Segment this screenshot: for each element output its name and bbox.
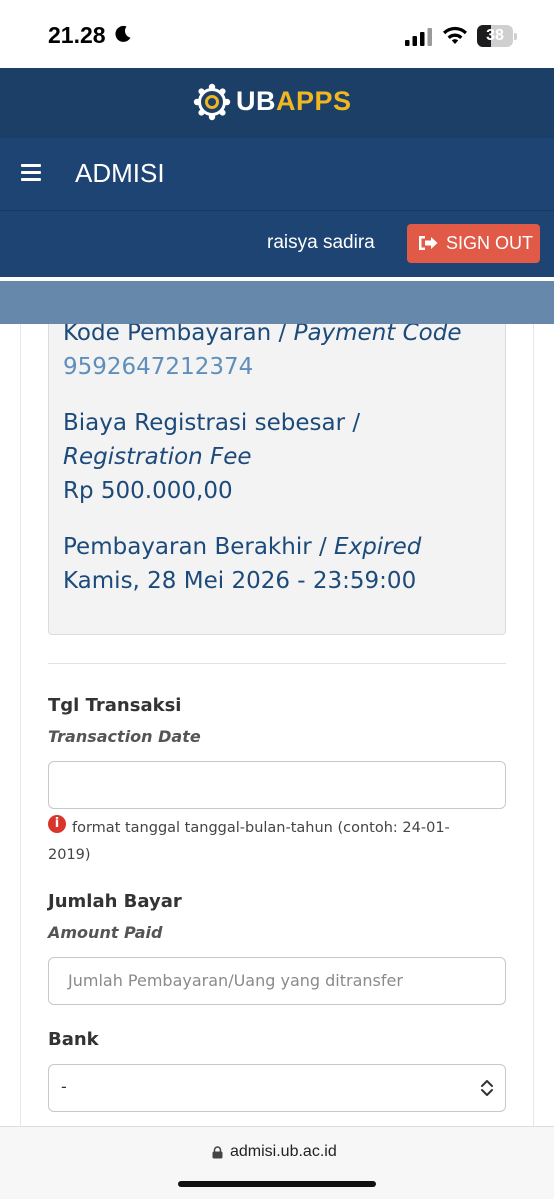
home-indicator[interactable] xyxy=(178,1181,376,1187)
expiry-label-id: Pembayaran Berakhir / xyxy=(63,534,335,560)
sign-out-icon xyxy=(419,236,438,250)
moon-icon xyxy=(115,25,131,42)
chevron-up-down-icon xyxy=(481,1080,493,1096)
battery-level: 38 xyxy=(486,27,504,44)
wifi-icon xyxy=(443,26,467,44)
amount-paid-sublabel: Amount Paid xyxy=(48,923,163,942)
transaction-date-input[interactable] xyxy=(48,761,506,809)
brand-name[interactable]: UBAPPS xyxy=(236,86,352,117)
amount-paid-placeholder: Jumlah Pembayaran/Uang yang ditransfer xyxy=(68,971,403,990)
sub-header-bar xyxy=(0,281,554,324)
cellular-signal-icon xyxy=(405,28,432,46)
amount-paid-input[interactable]: Jumlah Pembayaran/Uang yang ditransfer xyxy=(48,957,506,1005)
fee-label: Biaya Registrasi sebesar / xyxy=(63,410,361,436)
fee-value: Rp 500.000,00 xyxy=(63,478,233,504)
url-text[interactable]: admisi.ub.ac.id xyxy=(230,1143,337,1161)
ub-logo-icon xyxy=(193,83,231,121)
transaction-date-hint: format tanggal tanggal-bulan-tahun (cont… xyxy=(48,820,450,863)
info-circle-icon: i xyxy=(48,815,66,833)
expiry-label: Pembayaran Berakhir / Expired xyxy=(63,534,421,560)
battery-icon: 38 xyxy=(477,25,517,47)
transaction-date-label: Tgl Transaksi xyxy=(48,695,182,716)
divider xyxy=(48,663,506,664)
transaction-date-sublabel: Transaction Date xyxy=(48,727,201,746)
expiry-label-en: Expired xyxy=(334,534,422,560)
sign-out-button[interactable]: SIGN OUT xyxy=(407,224,540,263)
page-title: ADMISI xyxy=(75,158,165,188)
fee-label-en: Registration Fee xyxy=(63,444,252,470)
username: raisya sadira xyxy=(267,232,375,253)
bank-select[interactable]: - xyxy=(48,1064,506,1112)
status-time: 21.28 xyxy=(48,22,106,48)
hamburger-menu-icon[interactable] xyxy=(21,164,41,182)
bank-label: Bank xyxy=(48,1029,99,1050)
payment-code-value: 9592647212374 xyxy=(63,354,254,380)
brand-name-apps: APPS xyxy=(276,86,352,116)
status-bar: 21.28 38 xyxy=(0,0,554,68)
brand-name-ub: UB xyxy=(236,86,276,116)
browser-url-bar[interactable]: admisi.ub.ac.id xyxy=(0,1126,554,1199)
bank-selected-value: - xyxy=(61,1077,67,1096)
sign-out-label: SIGN OUT xyxy=(446,233,534,253)
lock-icon xyxy=(212,1146,223,1159)
expiry-value: Kamis, 28 Mei 2026 - 23:59:00 xyxy=(63,568,417,594)
amount-paid-label: Jumlah Bayar xyxy=(48,891,182,912)
